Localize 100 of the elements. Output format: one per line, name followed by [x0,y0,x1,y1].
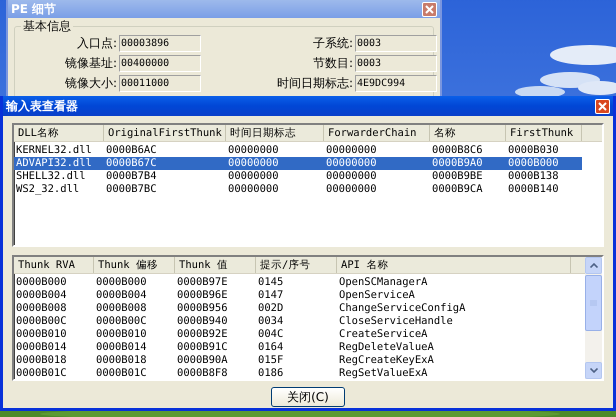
table-row[interactable]: ADVAPI32.dll 0000B67C 00000000 00000000 0000B9A0 0000B000 [14,157,582,170]
table-cell-text: 0186 [257,367,284,379]
table-cell-text: 0000B956 [176,302,229,315]
value-field[interactable]: 00400000 [119,55,201,72]
scroll-down-button[interactable] [585,362,602,379]
table-cell-text: 0164 [257,341,284,354]
table-cell-text: 0000B92E [176,328,229,341]
scrollbar[interactable] [585,257,602,379]
column-header[interactable]: OriginalFirstThunk [104,125,226,141]
table-cell-text: 0000B7B4 [105,170,158,183]
table-cell-text: 0000B67C [105,157,158,170]
column-header[interactable]: Thunk 偏移 [94,257,175,273]
field-label: 镜像基址: [64,55,117,72]
table-cell-text: 002D [257,302,284,315]
field-label: 时间日期标志: [276,75,353,92]
column-header[interactable]: 名称 [430,125,506,141]
table-cell-text: 00000000 [325,144,378,157]
window-title: PE 细节 [11,0,56,18]
column-header[interactable]: 时间日期标志 [226,125,324,141]
table-cell-text: 0147 [257,289,284,302]
table-cell-text: KERNEL32.dll [15,144,93,157]
table-cell-text: WS2_32.dll [15,183,80,196]
table-row[interactable]: KERNEL32.dll 0000B6AC 00000000 00000000 0000B8C6 0000B030 [14,144,602,157]
table-row[interactable]: SHELL32.dll 0000B7B4 00000000 00000000 0000B9BE 0000B138 [14,170,602,183]
table-cell-text: 0000B030 [507,144,560,157]
table-cell-text: 0000B01C [15,367,68,379]
chevron-up-icon [590,263,598,268]
column-header[interactable]: ForwarderChain [324,125,430,141]
table-cell-text: 004C [257,328,284,341]
close-icon [598,102,607,110]
value-field[interactable]: 00011000 [119,75,201,92]
field-label: 节数目: [312,55,353,72]
table-cell-text: 0000B97E [176,276,229,289]
table-cell-text: 0000B7BC [105,183,158,196]
table-cell-text: 0000B00C [95,315,148,328]
table-cell-text: 00000000 [227,170,280,183]
table-cell-text: 0000B004 [95,289,148,302]
table-cell-text: OpenServiceA [338,289,416,302]
table-cell-text: 00000000 [227,144,280,157]
table-cell-text: 0000B004 [15,289,68,302]
table-cell-text: RegSetValueExA [338,367,429,379]
close-button[interactable] [595,98,610,114]
table-cell-text: 0000B138 [507,170,560,183]
table-cell-text: ADVAPI32.dll [15,157,93,170]
table-cell-text: 0000B940 [176,315,229,328]
group-title: 基本信息 [21,18,73,35]
column-header[interactable]: Thunk 值 [175,257,256,273]
table-cell-text: 0000B014 [15,341,68,354]
table-cell-text: 0000B9CA [431,183,484,196]
table-cell-text: SHELL32.dll [15,170,87,183]
close-icon [425,4,434,14]
column-header[interactable]: DLL名称 [14,125,104,141]
table-cell-text: CloseServiceHandle [338,315,454,328]
scroll-thumb[interactable] [585,275,602,331]
scroll-up-button[interactable] [585,257,602,274]
table-cell-text: 0000B6AC [105,144,158,157]
column-header[interactable]: API 名称 [337,257,571,273]
table-cell-text: 0000B140 [507,183,560,196]
table-cell-text: 0000B000 [95,276,148,289]
table-cell-text: 0000B9A0 [431,157,484,170]
table-cell-text: 0034 [257,315,284,328]
table-cell-text: 00000000 [325,183,378,196]
field-label: 子系统: [312,35,353,52]
table-cell-text: 0000B000 [507,157,560,170]
value-field[interactable]: 0003 [355,35,437,52]
table-cell-text: 0000B9BE [431,170,484,183]
table-cell-text: 0000B96E [176,289,229,302]
table-cell-text: CreateServiceA [338,328,429,341]
table-cell-text: 0000B90A [176,354,229,367]
field-label: 镜像大小: [64,75,117,92]
table-cell-text: 0000B00C [15,315,68,328]
value-field[interactable]: 4E9DC994 [355,75,437,92]
column-header[interactable]: 提示/序号 [256,257,337,273]
table-cell-text: 0000B01C [95,367,148,379]
chevron-down-icon [590,368,598,373]
table-cell-text: 0145 [257,276,284,289]
window-title: 输入表查看器 [6,98,78,114]
column-header[interactable]: FirstThunk [506,125,582,141]
table-cell-text: OpenSCManagerA [338,276,429,289]
value-field[interactable]: 0003 [355,55,437,72]
table-cell-text: 0000B008 [95,302,148,315]
table-cell-text: 0000B010 [15,328,68,341]
table-cell-text: 00000000 [227,183,280,196]
grip-icon [590,300,597,306]
table-cell-text: 0000B014 [95,341,148,354]
table-cell-text: 00000000 [325,170,378,183]
table-cell-text: ChangeServiceConfigA [338,302,466,315]
table-cell-text: 00000000 [325,157,378,170]
table-cell-text: 0000B91C [176,341,229,354]
column-header[interactable]: Thunk RVA [14,257,94,273]
table-cell-text: 0000B008 [15,302,68,315]
value-field[interactable]: 00003896 [119,35,201,52]
close-dialog-button[interactable]: 关闭(C) [271,387,345,407]
field-label: 入口点: [76,35,117,52]
table-cell-text: 0000B010 [95,328,148,341]
table-cell-text: RegDeleteValueA [338,341,435,354]
table-row[interactable]: WS2_32.dll 0000B7BC 00000000 00000000 0000B9CA 0000B140 [14,183,602,196]
table-cell-text: 015F [257,354,284,367]
table-cell-text: RegCreateKeyExA [338,354,435,367]
table-cell-text: 0000B8C6 [431,144,484,157]
